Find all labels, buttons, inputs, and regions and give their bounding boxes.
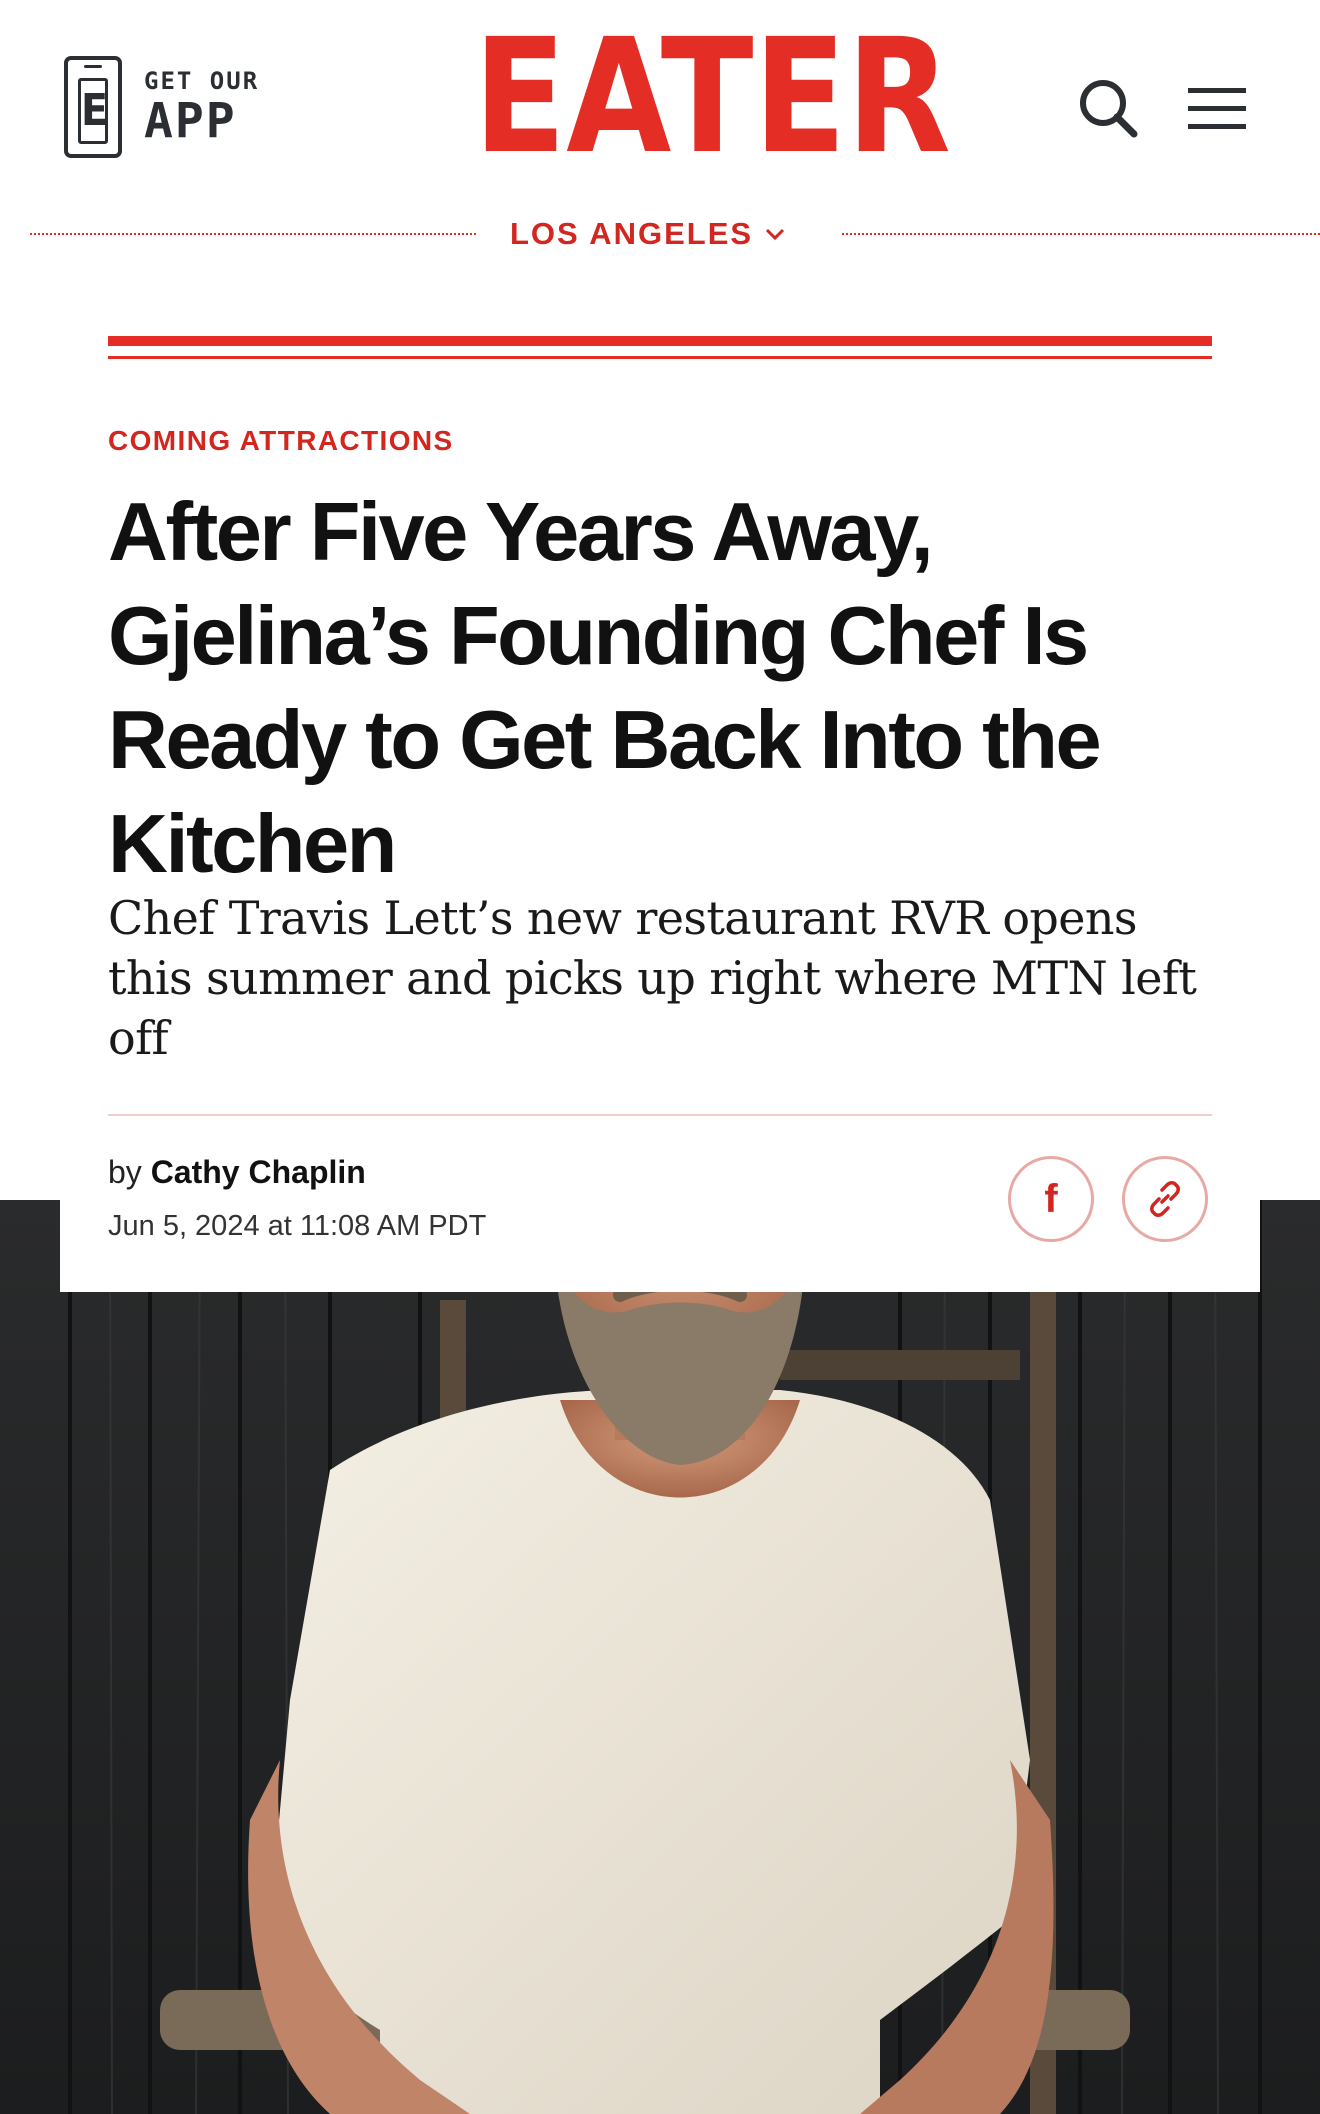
byline: by Cathy Chaplin	[108, 1154, 366, 1191]
get-our-app-link[interactable]: E GET OUR APP	[64, 54, 259, 160]
divider-left	[30, 233, 476, 235]
byline-prefix: by	[108, 1154, 142, 1190]
article-headline: After Five Years Away, Gjelina’s Foundin…	[108, 485, 1102, 890]
menu-button[interactable]	[1186, 82, 1248, 134]
app-logo-letter: E	[78, 78, 108, 144]
city-selector[interactable]: LOS ANGELES	[510, 214, 785, 254]
article-kicker[interactable]: COMING ATTRACTIONS	[108, 425, 454, 457]
search-button[interactable]	[1076, 76, 1140, 140]
share-facebook-button[interactable]: f	[1008, 1156, 1094, 1242]
app-promo-line2: APP	[144, 93, 237, 149]
chef-portrait-image	[0, 1200, 1320, 2114]
link-icon	[1150, 1181, 1180, 1217]
article-dek: Chef Travis Lett’s new restaurant RVR op…	[108, 891, 1197, 1065]
search-icon	[1080, 80, 1138, 138]
city-selector-row: LOS ANGELES	[30, 214, 1320, 254]
copy-link-button[interactable]	[1122, 1156, 1208, 1242]
app-promo-text: GET OUR APP	[144, 67, 259, 147]
hamburger-menu-icon	[1188, 88, 1246, 129]
article-top-rule	[108, 336, 1212, 362]
hero-photo	[0, 1200, 1320, 2114]
phone-app-icon: E	[64, 56, 122, 158]
facebook-icon: f	[1044, 1176, 1058, 1221]
author-link[interactable]: Cathy Chaplin	[151, 1154, 366, 1190]
publish-timestamp: Jun 5, 2024 at 11:08 AM PDT	[108, 1210, 487, 1242]
divider-right	[842, 233, 1320, 235]
app-promo-line1: GET OUR	[144, 67, 260, 95]
chevron-down-icon	[765, 228, 785, 241]
byline-card: by Cathy Chaplin Jun 5, 2024 at 11:08 AM…	[60, 1116, 1260, 1292]
eater-logo[interactable]: EATER	[473, 18, 951, 176]
city-label: LOS ANGELES	[510, 216, 754, 251]
